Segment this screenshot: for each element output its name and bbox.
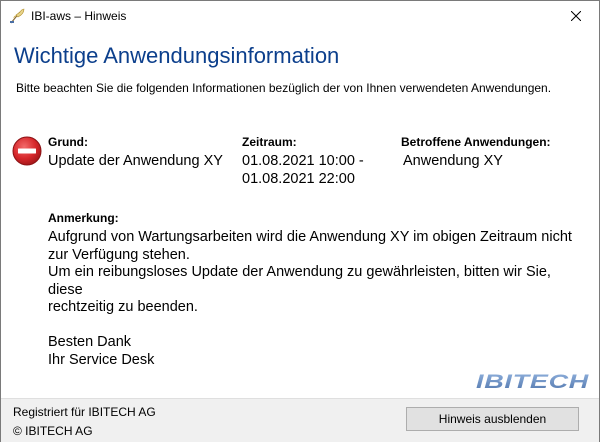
- copyright-text: © IBITECH AG: [13, 424, 93, 438]
- feather-quill-icon: [10, 8, 25, 24]
- page-subtitle: Bitte beachten Sie die folgenden Informa…: [16, 81, 552, 95]
- note-label: Anmerkung:: [48, 211, 119, 225]
- dialog-window: IBI-aws – Hinweis Wichtige Anwendungsinf…: [0, 0, 600, 442]
- timeframe-end: 01.08.2021 22:00: [242, 171, 355, 187]
- note-text: Aufgrund von Wartungsarbeiten wird die A…: [48, 229, 588, 369]
- footer-bar: Registriert für IBITECH AG © IBITECH AG …: [1, 398, 599, 442]
- hide-notice-button[interactable]: Hinweis ausblenden: [406, 407, 579, 431]
- note-line: Aufgrund von Wartungsarbeiten wird die A…: [48, 229, 572, 245]
- registered-text: Registriert für IBITECH AG: [13, 405, 156, 419]
- note-line: rechtzeitig zu beenden.: [48, 299, 198, 315]
- timeframe-value: 01.08.2021 10:00 - 01.08.2021 22:00: [242, 152, 364, 188]
- timeframe-start: 01.08.2021 10:00 -: [242, 153, 364, 169]
- title-bar[interactable]: IBI-aws – Hinweis: [1, 1, 599, 31]
- close-icon: [571, 11, 581, 21]
- page-title: Wichtige Anwendungsinformation: [14, 43, 340, 68]
- timeframe-label: Zeitraum:: [242, 135, 297, 149]
- note-line: Ihr Service Desk: [48, 351, 155, 368]
- note-line: zur Verfügung stehen.: [48, 246, 190, 263]
- window-title: IBI-aws – Hinweis: [31, 9, 127, 23]
- reason-value: Update der Anwendung XY: [48, 153, 223, 169]
- reason-label: Grund:: [48, 135, 88, 149]
- note-line: Besten Dank: [48, 334, 132, 350]
- affected-apps-label: Betroffene Anwendungen:: [401, 135, 551, 149]
- ibitech-logo: IBITECH: [476, 372, 590, 391]
- svg-text:IBITECH: IBITECH: [476, 372, 590, 391]
- stop-icon: [12, 136, 42, 166]
- note-line: Um ein reibungsloses Update der Anwendun…: [48, 264, 551, 298]
- affected-apps-value: Anwendung XY: [403, 153, 503, 169]
- close-button[interactable]: [553, 1, 599, 31]
